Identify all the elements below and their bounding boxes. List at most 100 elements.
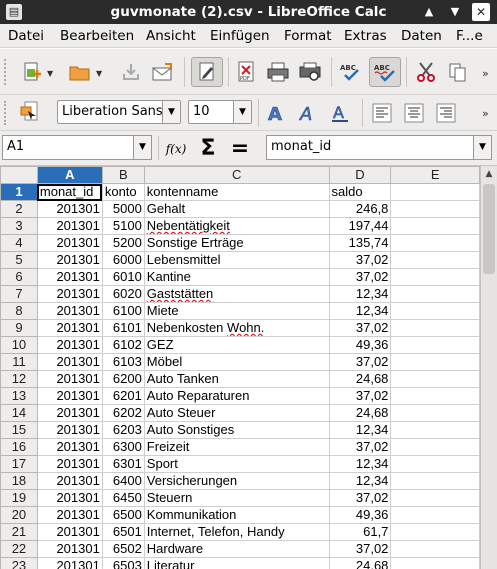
sum-button[interactable]: Σ — [194, 134, 222, 162]
print-preview-button[interactable] — [296, 58, 324, 86]
table-cell[interactable]: 61,7 — [328, 523, 392, 541]
table-cell[interactable]: Literatur — [143, 557, 330, 569]
font-name-value[interactable]: Liberation Sans — [62, 101, 163, 123]
table-cell[interactable] — [390, 251, 480, 269]
table-cell[interactable]: Kantine — [143, 268, 330, 286]
vertical-scrollbar[interactable]: ▲ — [480, 166, 497, 569]
row-header[interactable]: 17 — [0, 455, 38, 473]
table-cell[interactable]: 6300 — [101, 438, 145, 456]
table-cell[interactable] — [390, 540, 480, 558]
table-cell[interactable]: GEZ — [143, 336, 330, 354]
table-cell[interactable]: 246,8 — [328, 200, 392, 218]
align-left-button[interactable] — [368, 99, 396, 127]
cut-button[interactable] — [412, 58, 440, 86]
table-cell[interactable]: Nebentätigkeit — [143, 217, 330, 235]
toolbar-grip[interactable] — [4, 59, 8, 85]
align-right-button[interactable] — [432, 99, 460, 127]
table-cell[interactable]: 201301 — [36, 285, 103, 303]
formula-input[interactable]: monat_id ▼ — [266, 135, 492, 160]
table-cell[interactable]: 6450 — [101, 489, 145, 507]
table-cell[interactable] — [390, 336, 480, 354]
table-cell[interactable]: 37,02 — [328, 319, 392, 337]
chevron-down-icon[interactable]: ▼ — [473, 136, 491, 159]
table-cell[interactable]: 6020 — [101, 285, 145, 303]
table-cell[interactable]: 6201 — [101, 387, 145, 405]
table-cell[interactable] — [390, 217, 480, 235]
new-document-button[interactable] — [18, 58, 46, 86]
font-size-combobox[interactable]: 10 ▼ — [188, 100, 252, 124]
table-cell[interactable]: 6301 — [101, 455, 145, 473]
table-cell[interactable]: 6010 — [101, 268, 145, 286]
table-cell[interactable]: 6101 — [101, 319, 145, 337]
open-dropdown-icon[interactable]: ▼ — [96, 69, 102, 78]
menu-bearbeiten[interactable]: Bearbeiten — [60, 28, 134, 44]
row-header[interactable]: 6 — [0, 268, 38, 286]
table-cell[interactable]: 201301 — [36, 557, 103, 569]
table-cell[interactable]: 201301 — [36, 387, 103, 405]
scroll-down-icon[interactable]: ▼ — [446, 3, 464, 21]
table-cell[interactable]: 12,34 — [328, 472, 392, 490]
row-header[interactable]: 9 — [0, 319, 38, 337]
table-cell[interactable]: 37,02 — [328, 387, 392, 405]
table-cell[interactable]: 24,68 — [328, 370, 392, 388]
column-header-e[interactable]: E — [390, 166, 480, 184]
table-cell[interactable]: 201301 — [36, 234, 103, 252]
name-box-value[interactable]: A1 — [7, 136, 24, 158]
close-window-button[interactable]: ✕ — [472, 3, 490, 21]
table-cell[interactable]: 12,34 — [328, 455, 392, 473]
scroll-up-icon[interactable]: ▲ — [420, 3, 438, 21]
styles-button[interactable] — [16, 98, 44, 126]
row-header[interactable]: 1 — [0, 183, 38, 201]
table-cell[interactable]: 37,02 — [328, 268, 392, 286]
table-cell[interactable]: 24,68 — [328, 404, 392, 422]
table-cell[interactable]: Möbel — [143, 353, 330, 371]
table-cell[interactable] — [390, 302, 480, 320]
row-header[interactable]: 5 — [0, 251, 38, 269]
spreadsheet-grid[interactable]: A B C D E 1 monat_id konto kontenname sa… — [0, 166, 480, 569]
row-header[interactable]: 10 — [0, 336, 38, 354]
table-cell[interactable]: 201301 — [36, 421, 103, 439]
cell-b1[interactable]: konto — [101, 183, 145, 201]
table-cell[interactable]: Steuern — [143, 489, 330, 507]
table-cell[interactable]: 6103 — [101, 353, 145, 371]
table-cell[interactable]: 6102 — [101, 336, 145, 354]
menu-format[interactable]: Format — [284, 28, 332, 44]
table-cell[interactable]: 201301 — [36, 302, 103, 320]
row-header[interactable]: 13 — [0, 387, 38, 405]
italic-button[interactable]: A — [294, 99, 322, 127]
scroll-up-arrow-icon[interactable]: ▲ — [481, 166, 497, 182]
table-cell[interactable]: 5100 — [101, 217, 145, 235]
bold-button[interactable]: A — [262, 99, 290, 127]
export-pdf-button[interactable]: PDF — [232, 58, 260, 86]
table-cell[interactable] — [390, 200, 480, 218]
menu-extras[interactable]: Extras — [344, 28, 387, 44]
table-cell[interactable]: 201301 — [36, 217, 103, 235]
row-header[interactable]: 16 — [0, 438, 38, 456]
table-cell[interactable]: Auto Reparaturen — [143, 387, 330, 405]
cell-d1[interactable]: saldo — [328, 183, 392, 201]
toolbar-grip[interactable] — [4, 101, 8, 125]
row-header[interactable]: 19 — [0, 489, 38, 507]
table-cell[interactable]: 5200 — [101, 234, 145, 252]
cell-c1[interactable]: kontenname — [143, 183, 330, 201]
table-cell[interactable]: 6200 — [101, 370, 145, 388]
table-cell[interactable]: 201301 — [36, 455, 103, 473]
column-header-d[interactable]: D — [328, 166, 392, 184]
table-cell[interactable]: 201301 — [36, 336, 103, 354]
table-cell[interactable]: 201301 — [36, 319, 103, 337]
chevron-down-icon[interactable]: ▼ — [133, 136, 151, 159]
table-cell[interactable]: 6203 — [101, 421, 145, 439]
table-cell[interactable] — [390, 438, 480, 456]
edit-file-button[interactable] — [191, 57, 223, 87]
table-cell[interactable] — [390, 353, 480, 371]
table-cell[interactable] — [390, 234, 480, 252]
row-header[interactable]: 7 — [0, 285, 38, 303]
select-all-corner[interactable] — [0, 166, 38, 184]
print-button[interactable] — [264, 58, 292, 86]
align-center-button[interactable] — [400, 99, 428, 127]
table-cell[interactable]: 6503 — [101, 557, 145, 569]
table-cell[interactable] — [390, 387, 480, 405]
menu-einfuegen[interactable]: Einfügen — [210, 28, 270, 44]
spellcheck-button[interactable]: ABC — [337, 58, 365, 86]
table-cell[interactable]: 197,44 — [328, 217, 392, 235]
